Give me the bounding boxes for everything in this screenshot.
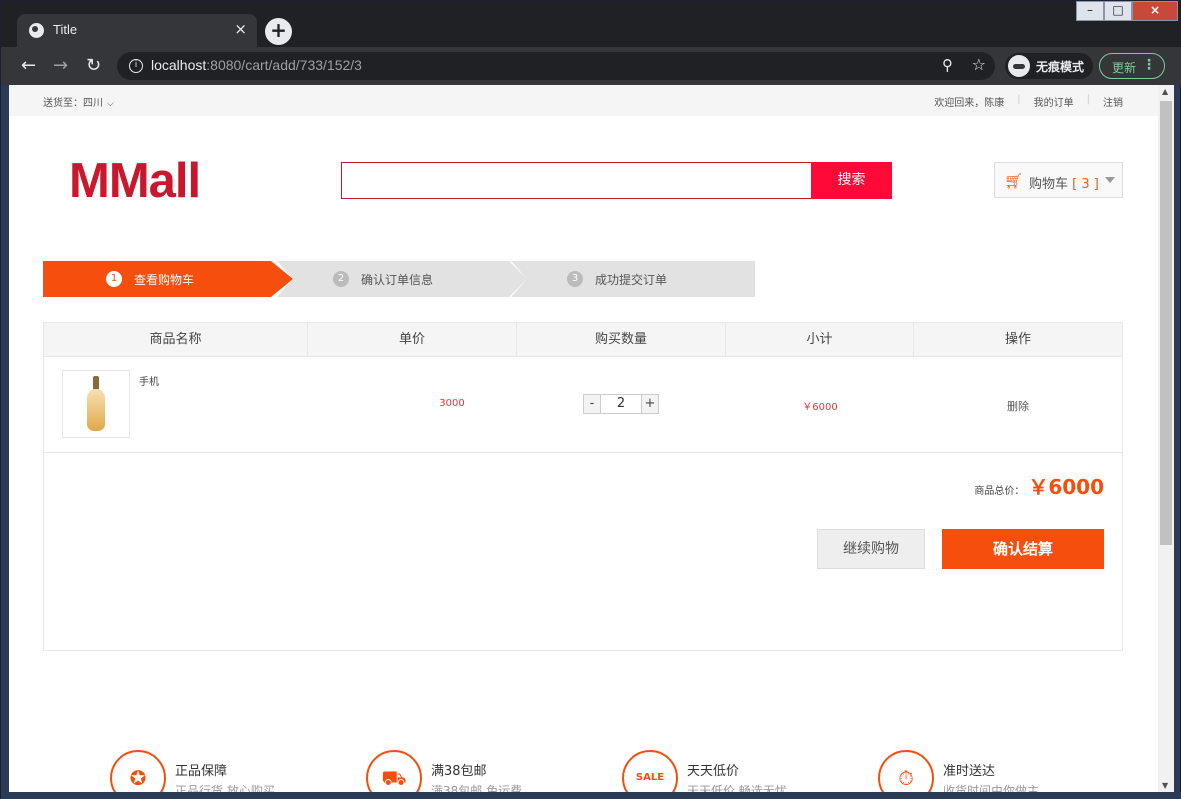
update-label: 更新	[1112, 61, 1137, 75]
caret-down-icon	[1105, 177, 1115, 183]
zoom-icon[interactable]: ⚲	[942, 56, 953, 74]
maximize-button[interactable]: □	[1104, 1, 1132, 21]
url-text[interactable]: localhost:8080/cart/add/733/152/3	[151, 57, 362, 73]
search-input[interactable]	[341, 162, 812, 199]
column-header: 商品名称	[44, 323, 308, 356]
feature-subtitle: 收货时间由你做主	[943, 784, 1040, 792]
column-header: 购买数量	[517, 323, 726, 356]
step-label: 查看购物车	[134, 273, 195, 287]
product-name[interactable]: 手机	[139, 373, 159, 388]
browser-tab[interactable]: Title ×	[17, 14, 257, 47]
quantity-stepper: - 2 +	[583, 394, 659, 414]
divider: |	[1086, 94, 1090, 105]
address-bar[interactable]: i localhost:8080/cart/add/733/152/3 ⚲ ☆	[117, 52, 995, 80]
decrease-button[interactable]: -	[583, 394, 601, 414]
delivery-label: 送货至：四川	[43, 98, 103, 109]
step-number: 1	[106, 271, 122, 287]
vertical-scrollbar[interactable]: ▲ ▼	[1158, 85, 1174, 792]
total-value: ￥6000	[1028, 475, 1104, 499]
window-controls: – □ ×	[1076, 1, 1178, 21]
reload-icon[interactable]: ↻	[86, 55, 101, 76]
divider: |	[1017, 94, 1021, 105]
cart-button[interactable]: 🛒︎ 购物车 [ 3 ]	[994, 162, 1123, 198]
quantity-input[interactable]: 2	[601, 394, 641, 414]
welcome-text: 欢迎回来，陈康	[934, 98, 1005, 109]
service-features: ✪ 正品保障 正品行货 放心购买 ⛟ 满38包邮 满38包邮 免运费 SALE …	[9, 747, 1158, 792]
column-header: 单价	[308, 323, 517, 356]
browser-toolbar: ← → ↻ i localhost:8080/cart/add/733/152/…	[1, 47, 1181, 85]
stopwatch-icon: ⏱	[878, 750, 934, 792]
product-image[interactable]	[62, 370, 130, 438]
feature-subtitle: 天天低价 畅选无忧	[687, 784, 787, 792]
table-header: 商品名称 单价 购买数量 小计 操作	[44, 323, 1122, 357]
table-row: 手机 3000 - 2 + ￥6000 删除	[44, 357, 1122, 453]
tab-strip: Title × + – □ ×	[1, 1, 1181, 47]
step-number: 2	[333, 271, 349, 287]
scroll-down-icon[interactable]: ▼	[1162, 781, 1168, 790]
incognito-label: 无痕模式	[1036, 60, 1085, 74]
globe-icon	[29, 23, 44, 38]
badge-icon: ✪	[110, 750, 166, 792]
site-logo[interactable]: MMall	[69, 153, 201, 209]
unit-price: 3000	[439, 398, 465, 409]
delete-link[interactable]: 删除	[914, 398, 1122, 414]
more-icon: ⋮	[1142, 57, 1156, 73]
step-confirm-order: 2 确认订单信息	[277, 261, 527, 297]
feature-title: 正品保障	[175, 764, 228, 779]
scroll-up-icon[interactable]: ▲	[1162, 87, 1168, 96]
bottle-body	[87, 389, 105, 431]
new-tab-button[interactable]: +	[265, 18, 292, 45]
increase-button[interactable]: +	[641, 394, 659, 414]
step-label: 成功提交订单	[595, 273, 668, 287]
step-view-cart: 1 查看购物车	[43, 261, 293, 297]
bottle-cap	[93, 376, 99, 390]
search-button[interactable]: 搜索	[811, 162, 892, 199]
window-close-button[interactable]: ×	[1132, 1, 1178, 21]
my-orders-link[interactable]: 我的订单	[1034, 94, 1074, 109]
sale-icon: SALE	[622, 750, 678, 792]
incognito-icon	[1008, 55, 1030, 77]
info-icon[interactable]: i	[129, 59, 143, 73]
close-icon[interactable]: ×	[234, 20, 247, 38]
tab-title: Title	[53, 22, 78, 37]
scrollbar-thumb[interactable]	[1160, 101, 1172, 545]
delivery-location[interactable]: 送货至：四川 ⌵	[43, 94, 114, 109]
logout-link[interactable]: 注销	[1103, 94, 1123, 109]
user-links: 欢迎回来，陈康 | 我的订单 | 注销	[934, 94, 1123, 109]
continue-shopping-button[interactable]: 继续购物	[817, 529, 925, 569]
browser-window: Title × + – □ × ← → ↻ i localhost:8080/c…	[0, 0, 1181, 799]
step-submit-order: 3 成功提交订单	[511, 261, 755, 297]
cart-count: [ 3 ]	[1072, 177, 1099, 192]
feature-title: 满38包邮	[431, 764, 487, 779]
chevron-down-icon: ⌵	[107, 99, 114, 109]
order-total: 商品总价： ￥6000	[974, 471, 1104, 500]
window-bottom-edge	[1, 792, 1181, 799]
site-topbar: 送货至：四川 ⌵ 欢迎回来，陈康 | 我的订单 | 注销	[9, 85, 1158, 116]
feature-subtitle: 正品行货 放心购买	[175, 784, 275, 792]
cart-icon: 🛒︎	[1004, 172, 1024, 190]
feature-title: 准时送达	[943, 764, 996, 779]
cart-table: 商品名称 单价 购买数量 小计 操作 手机 3000 - 2 + ￥6000 删…	[43, 322, 1123, 651]
incognito-indicator[interactable]: 无痕模式	[1005, 53, 1093, 79]
back-icon[interactable]: ←	[21, 55, 36, 76]
update-button[interactable]: 更新 ⋮	[1099, 53, 1165, 79]
checkout-steps: 1 查看购物车 2 确认订单信息 3 成功提交订单	[43, 261, 755, 297]
feature-subtitle: 满38包邮 免运费	[431, 784, 523, 792]
column-header: 操作	[1004, 332, 1031, 347]
minimize-button[interactable]: –	[1076, 1, 1104, 21]
star-icon[interactable]: ☆	[972, 55, 986, 74]
step-number: 3	[567, 271, 583, 287]
cart-label: 购物车 [ 3 ]	[1029, 177, 1099, 192]
total-label: 商品总价：	[974, 486, 1025, 497]
truck-icon: ⛟	[366, 750, 422, 792]
page-viewport: 送货至：四川 ⌵ 欢迎回来，陈康 | 我的订单 | 注销 MMall 搜索 🛒︎ …	[9, 85, 1158, 792]
row-subtotal: ￥6000	[802, 402, 838, 413]
step-label: 确认订单信息	[361, 273, 434, 287]
column-header: 小计	[726, 323, 914, 356]
forward-icon[interactable]: →	[53, 55, 68, 76]
checkout-button[interactable]: 确认结算	[942, 529, 1104, 569]
feature-title: 天天低价	[687, 764, 740, 779]
